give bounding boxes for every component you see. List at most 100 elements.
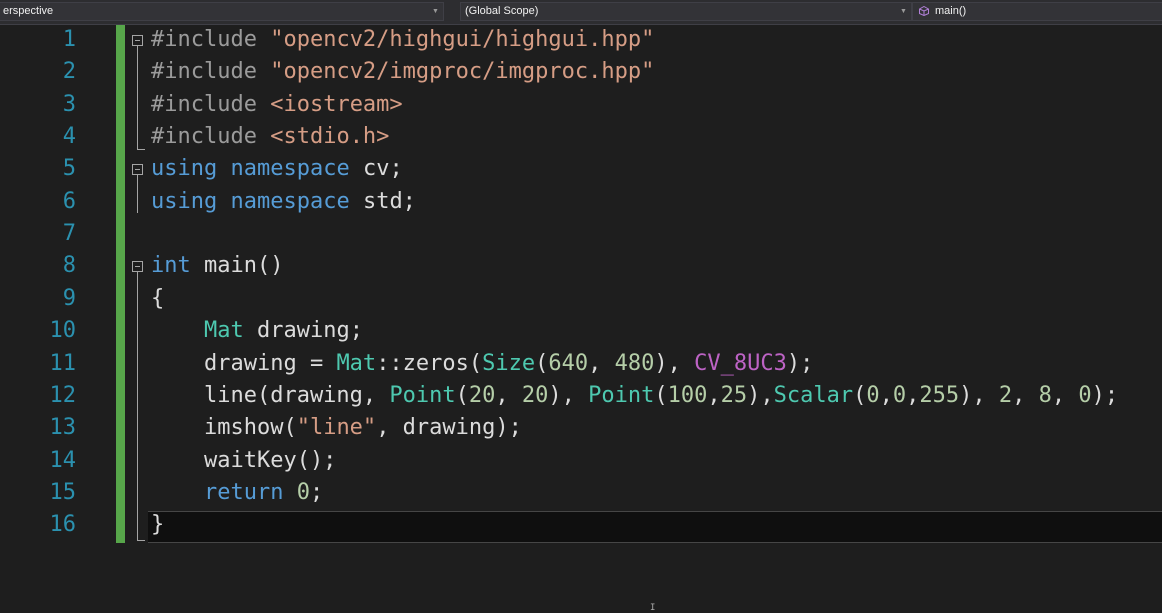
line-number: 4 [62,124,76,150]
code-token: 0 [866,382,880,408]
code-token: drawing = [151,350,337,376]
code-token: ( [853,382,867,408]
line-code: #include <iostream> [151,89,403,121]
line-number: 1 [62,27,76,52]
code-line[interactable]: 10 Mat drawing; [0,315,1162,347]
code-token: std; [349,188,416,214]
code-token: 255 [919,382,960,408]
code-token: namespace [230,188,350,214]
code-line[interactable]: 6 using namespace std; [0,186,1162,218]
code-token: 0 [296,479,310,505]
member-dropdown[interactable]: main() [912,2,1162,21]
code-token: 640 [548,350,589,376]
code-token: line(drawing, [151,382,390,408]
code-token: #include [151,124,271,150]
line-number: 2 [62,59,76,85]
code-line[interactable]: 8 int main() [0,250,1162,282]
line-code: #include "opencv2/highgui/highgui.hpp" [151,24,654,56]
code-line[interactable]: 3 #include <iostream> [0,89,1162,121]
code-line[interactable]: 12 line(drawing, Point(20, 20), Point(10… [0,380,1162,412]
chevron-down-icon: ▼ [900,8,907,15]
line-code: } [151,509,164,541]
code-token: #include [151,27,271,52]
code-token: 8 [1038,382,1052,408]
code-editor[interactable]: 1 #include "opencv2/highgui/highgui.hpp" 2… [0,24,1162,613]
line-code: waitKey(); [151,445,336,477]
line-number: 5 [62,156,76,182]
line-number: 12 [49,382,77,408]
code-token: using [151,156,218,182]
code-token: } [151,512,165,538]
code-token: ); [1091,382,1119,408]
line-number: 16 [49,512,77,538]
code-token: ), [654,350,695,376]
code-token: , [1051,382,1079,408]
code-token: , [906,382,920,408]
code-token: Point [389,382,456,408]
code-token: CV_8UC3 [694,350,787,376]
code-token: main() [190,253,284,279]
line-code: #include "opencv2/imgproc/imgproc.hpp" [151,56,654,88]
code-token: ( [455,382,469,408]
code-token: ), [959,382,999,408]
code-line[interactable]: 9{ [0,283,1162,315]
method-cube-icon [919,6,929,16]
line-number: 9 [62,285,76,311]
line-number: 14 [49,447,77,473]
line-number: 10 [49,318,77,344]
code-token: #include [151,59,271,85]
code-token: 0 [892,382,907,408]
line-number: 8 [62,253,76,279]
line-number: 13 [49,415,77,441]
line-code: int main() [151,250,283,282]
line-number: 3 [62,91,76,117]
code-token: 480 [614,350,655,376]
code-line[interactable]: 2 #include "opencv2/imgproc/imgproc.hpp" [0,56,1162,88]
member-dropdown-label: main() [935,5,967,17]
code-token: 20 [521,382,549,408]
scope-dropdown-label: (Global Scope) [465,5,539,17]
code-token: ); [786,350,814,376]
code-token: <stdio.h> [270,124,390,150]
code-token: drawing; [243,318,363,344]
code-token: , [707,382,721,408]
project-dropdown-label: erspective [3,5,54,17]
code-line[interactable]: 4 #include <stdio.h> [0,121,1162,153]
code-token: Size [482,350,536,376]
line-number: 11 [49,350,77,376]
line-code: line(drawing, Point(20, 20), Point(100,2… [151,380,1118,412]
code-line[interactable]: 5 using namespace cv; [0,153,1162,185]
code-line[interactable]: 11 drawing = Mat::zeros(Size(640, 480), … [0,348,1162,380]
project-dropdown[interactable]: erspective ▼ [0,2,444,21]
code-token: , drawing); [376,415,522,441]
code-token: ( [654,382,668,408]
navigation-bar: erspective ▼ (Global Scope) ▼ main() [0,0,1162,25]
code-token: , [1012,382,1039,408]
code-line[interactable]: 15 return 0; [0,477,1162,509]
code-token: "opencv2/highgui/highgui.hpp" [270,27,655,52]
code-token: imshow( [151,415,297,441]
code-line[interactable]: 1 #include "opencv2/highgui/highgui.hpp" [0,24,1162,56]
code-token: 25 [720,382,748,408]
code-token: Mat [336,350,377,376]
chevron-down-icon: ▼ [432,8,439,15]
code-token: 20 [468,382,496,408]
code-line[interactable]: 7 [0,218,1162,250]
code-token: 2 [998,382,1013,408]
code-line[interactable]: 13 imshow("line", drawing); [0,412,1162,444]
scope-dropdown[interactable]: (Global Scope) ▼ [460,2,912,21]
line-code: imshow("line", drawing); [151,412,522,444]
code-line[interactable]: 16} [0,509,1162,541]
code-line[interactable]: 14 waitKey(); [0,445,1162,477]
code-token: "line" [296,415,377,441]
code-token: namespace [230,156,350,182]
code-token: 100 [667,382,708,408]
code-token: ), [548,382,589,408]
line-code: Mat drawing; [151,315,363,347]
code-token: using [151,188,218,214]
line-code: return 0; [151,477,323,509]
